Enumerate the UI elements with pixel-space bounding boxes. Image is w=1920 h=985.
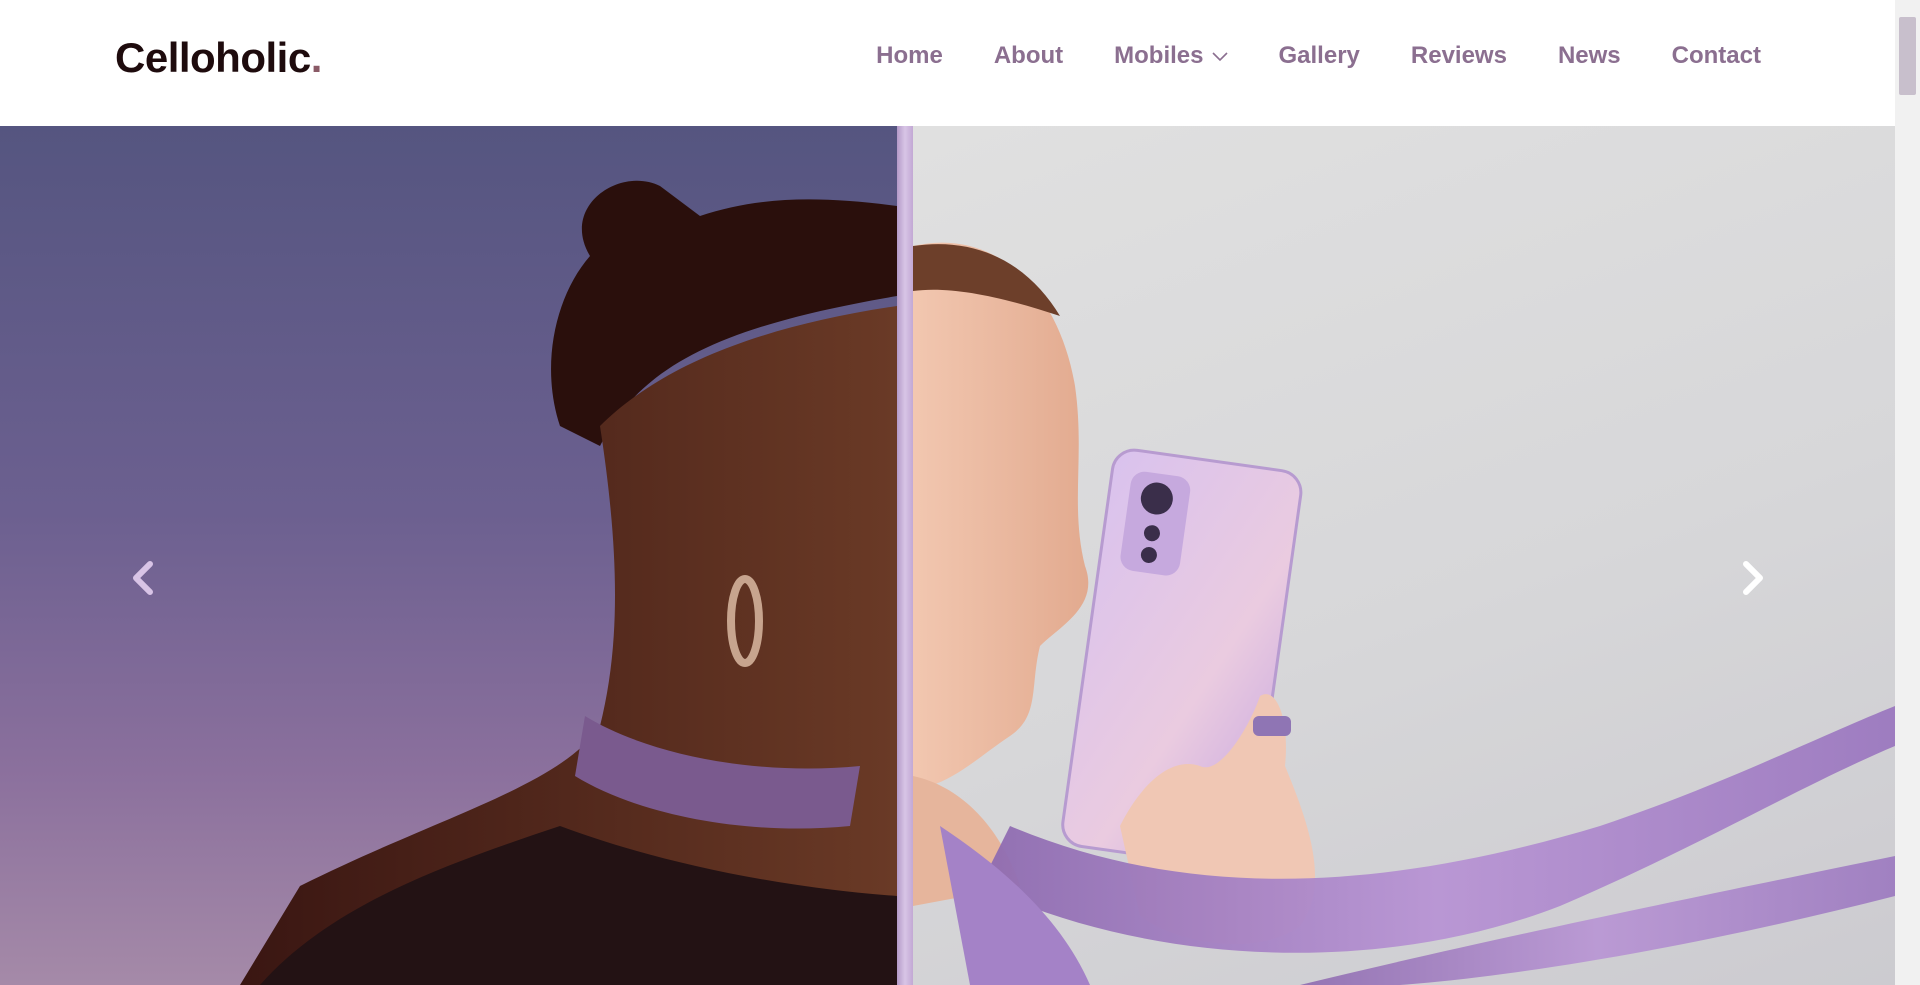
hero-carousel [0, 126, 1895, 985]
hero-image [240, 180, 1895, 985]
chevron-left-icon [133, 561, 153, 595]
scrollbar-thumb[interactable] [1899, 17, 1916, 95]
main-nav: Home About Mobiles Gallery Reviews News … [876, 42, 1761, 70]
site-header: Celloholic. Home About Mobiles Gallery R… [0, 0, 1895, 126]
carousel-next-button[interactable] [1733, 556, 1773, 600]
brand-logo[interactable]: Celloholic. [115, 34, 322, 82]
nav-mobiles-label: Mobiles [1114, 42, 1204, 69]
nav-home[interactable]: Home [876, 42, 943, 70]
carousel-prev-button[interactable] [123, 556, 163, 600]
hero-glass-divider [897, 126, 913, 985]
nav-reviews[interactable]: Reviews [1411, 42, 1507, 70]
nav-mobiles[interactable]: Mobiles [1114, 42, 1228, 70]
nav-contact[interactable]: Contact [1672, 42, 1761, 70]
brand-dot: . [310, 34, 323, 81]
chevron-down-icon [1211, 52, 1228, 62]
nav-about[interactable]: About [994, 42, 1063, 70]
brand-name: Celloholic [115, 34, 311, 81]
nav-gallery[interactable]: Gallery [1279, 42, 1360, 70]
chevron-right-icon [1743, 561, 1763, 595]
page-scrollbar[interactable] [1895, 0, 1920, 985]
nav-news[interactable]: News [1558, 42, 1621, 70]
